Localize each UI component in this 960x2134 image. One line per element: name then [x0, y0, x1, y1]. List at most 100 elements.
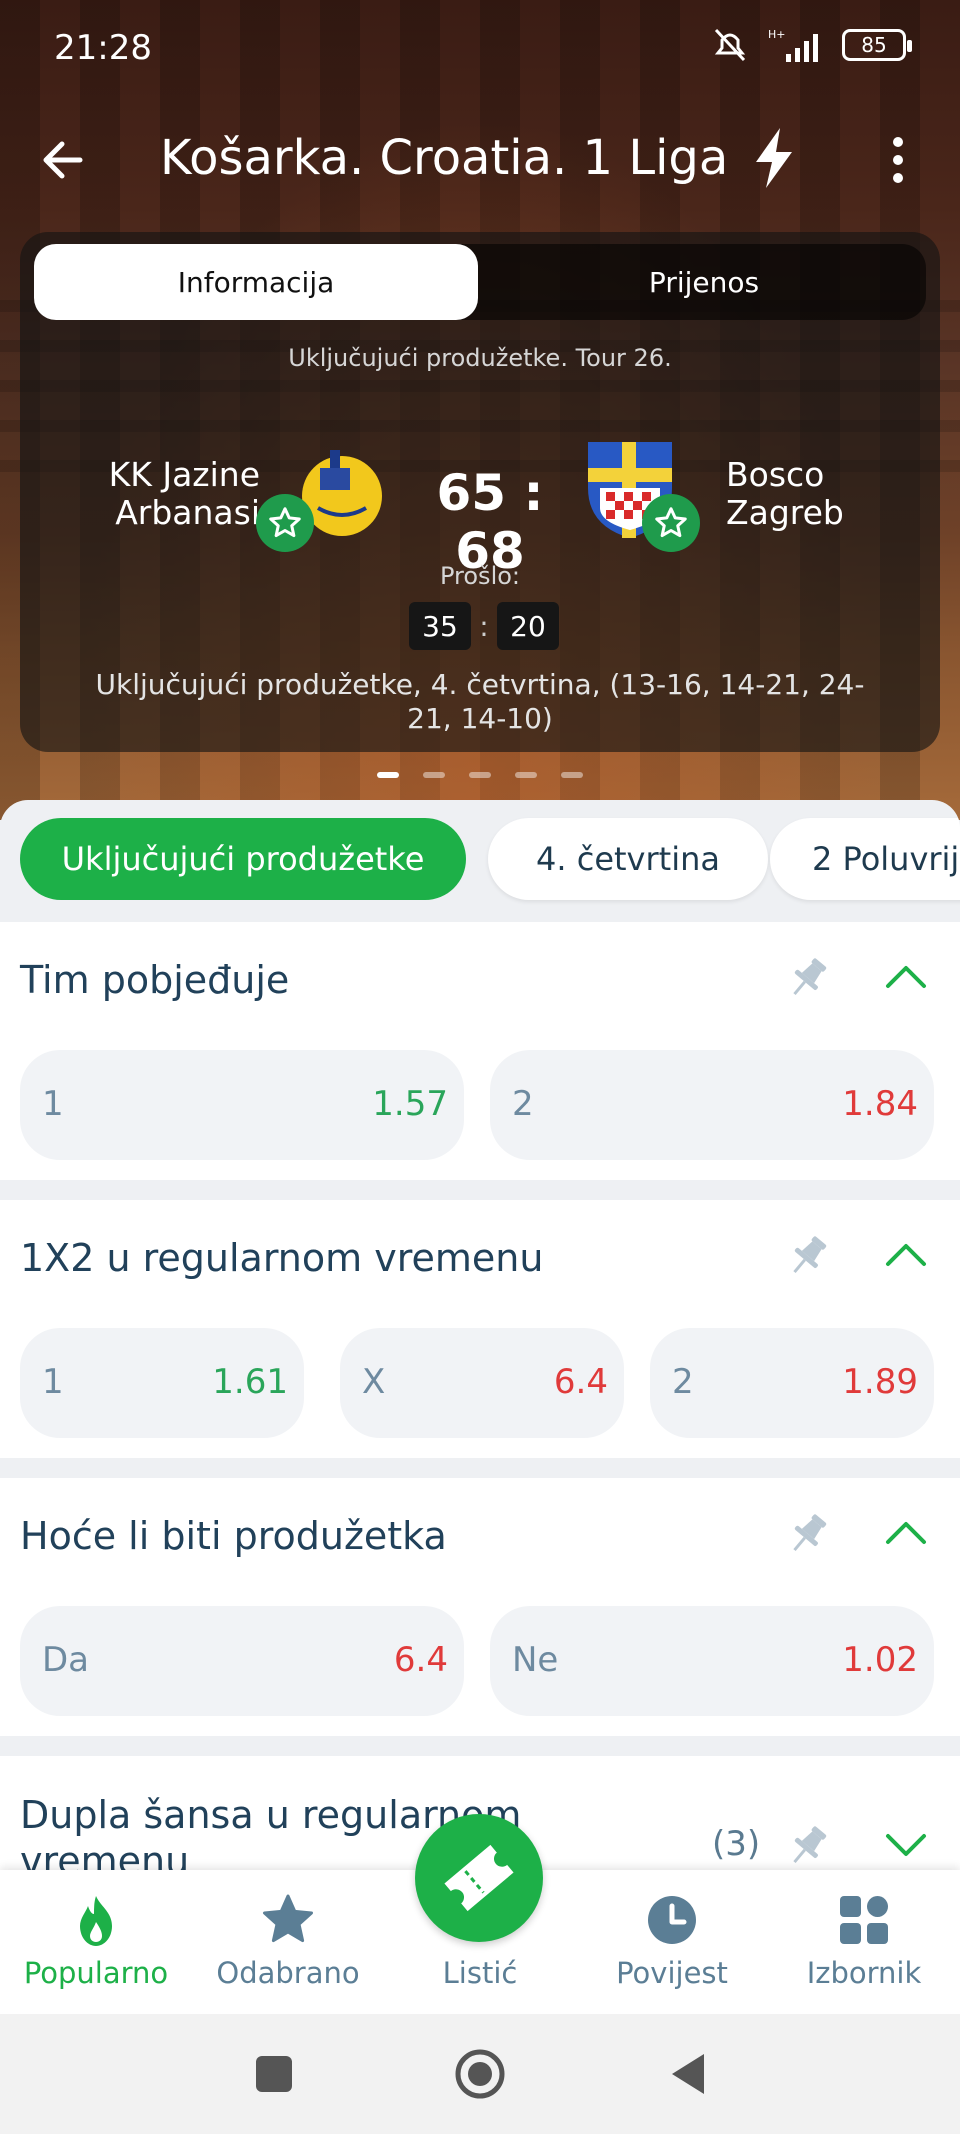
status-time: 21:28 [54, 28, 152, 68]
odds-button[interactable]: 2 1.89 [650, 1328, 934, 1438]
market-hoce-li-biti-produzetka: Hoće li biti produžetka Da 6.4 Ne 1.02 [0, 1478, 960, 1736]
info-tabs: Informacija Prijenos [34, 244, 926, 320]
market-title: Hoće li biti produžetka [20, 1514, 447, 1558]
pager-dot[interactable] [423, 772, 445, 778]
odds-button[interactable]: X 6.4 [340, 1328, 624, 1438]
ticket-button[interactable] [415, 1814, 543, 1942]
previous-period-score: 35 : 20 [404, 602, 564, 650]
previous-period-label: Prošlo: [439, 562, 520, 590]
odds-value: 1.89 [842, 1362, 918, 1402]
grid-icon [840, 1896, 888, 1944]
pin-icon[interactable] [782, 1230, 834, 1282]
away-team-name: Bosco Zagreb [726, 456, 926, 532]
previous-home-score: 35 [409, 602, 471, 650]
odds-button[interactable]: Ne 1.02 [490, 1606, 934, 1716]
chevron-up-icon[interactable] [884, 960, 928, 990]
recents-icon[interactable] [250, 2050, 298, 2098]
chip-4-cetvrtina[interactable]: 4. četvrtina [488, 818, 768, 900]
more-vertical-icon[interactable] [878, 134, 918, 186]
market-1x2-regularno: 1X2 u regularnom vremenu 1 1.61 X 6.4 2 … [0, 1200, 960, 1458]
page-title: Košarka. Croatia. 1 Liga [160, 130, 729, 186]
match-details: Uključujući produžetke, 4. četvrtina, (1… [95, 668, 865, 735]
home-team-line1: KK Jazine [108, 455, 260, 494]
star-outline-icon [655, 507, 687, 538]
tab-prijenos[interactable]: Prijenos [482, 244, 926, 320]
odds-button[interactable]: Da 6.4 [20, 1606, 464, 1716]
odds-value: 1.57 [372, 1084, 448, 1124]
nav-label: Odabrano [216, 1956, 360, 1990]
chip-ukljucujuci-produzetke[interactable]: Uključujući produžetke [20, 818, 466, 900]
away-team-line1: Bosco [726, 455, 825, 494]
pager-dot[interactable] [561, 772, 583, 778]
pager-dot[interactable] [377, 772, 399, 778]
star-icon [263, 1894, 313, 1943]
odds-button[interactable]: 1 1.57 [20, 1050, 464, 1160]
pager-dot[interactable] [469, 772, 491, 778]
odds-value: 1.84 [842, 1084, 918, 1124]
nav-odabrano[interactable]: Odabrano [192, 1870, 384, 2014]
odds-button[interactable]: 1 1.61 [20, 1328, 304, 1438]
match-subtitle: Uključujući produžetke. Tour 26. [288, 344, 672, 372]
home-team-line2: Arbanasi [115, 493, 260, 532]
odds-button[interactable]: 2 1.84 [490, 1050, 934, 1160]
market-title: Tim pobjeđuje [20, 958, 290, 1002]
odds-label: 1 [42, 1362, 64, 1402]
home-icon[interactable] [454, 2048, 506, 2100]
pin-icon[interactable] [782, 1820, 834, 1872]
match-info-card: Informacija Prijenos Uključujući produže… [20, 232, 940, 752]
back-arrow-icon[interactable] [36, 132, 92, 188]
flame-icon [80, 1896, 112, 1946]
battery-level: 85 [861, 33, 887, 57]
lightning-icon[interactable] [748, 126, 800, 190]
odds-value: 1.02 [842, 1640, 918, 1680]
pager-dot[interactable] [515, 772, 537, 778]
odds-label: Da [42, 1640, 90, 1680]
nav-label: Izbornik [806, 1956, 922, 1990]
odds-value: 1.61 [212, 1362, 288, 1402]
tab-informacija[interactable]: Informacija [34, 244, 478, 320]
previous-score-separator: : [479, 609, 489, 643]
carousel-pager [0, 772, 960, 778]
back-icon[interactable] [664, 2050, 712, 2098]
status-bar: 21:28 H+ 85 [0, 0, 960, 96]
favorite-home-button[interactable] [256, 494, 314, 552]
nav-label: Povijest [616, 1956, 728, 1990]
odds-label: Ne [512, 1640, 559, 1680]
odds-label: 2 [512, 1084, 534, 1124]
chevron-up-icon[interactable] [884, 1516, 928, 1546]
nav-label: Listić [442, 1956, 518, 1990]
previous-away-score: 20 [497, 602, 559, 650]
market-title: 1X2 u regularnom vremenu [20, 1236, 544, 1280]
favorite-away-button[interactable] [642, 494, 700, 552]
nav-povijest[interactable]: Povijest [576, 1870, 768, 2014]
signal-icon: H+ [768, 28, 818, 62]
chip-2-poluvrijeme[interactable]: 2 Poluvrij [770, 818, 960, 900]
battery-icon: 85 [842, 29, 912, 61]
nav-izbornik[interactable]: Izbornik [768, 1870, 960, 2014]
odds-label: 2 [672, 1362, 694, 1402]
nav-label: Popularno [23, 1956, 169, 1990]
svg-text:H+: H+ [768, 28, 786, 41]
pin-icon[interactable] [782, 1508, 834, 1560]
away-team-line2: Zagreb [726, 493, 844, 532]
mute-icon [714, 28, 746, 62]
star-outline-icon [269, 507, 301, 538]
odds-label: X [362, 1362, 386, 1402]
ticket-icon [444, 1844, 514, 1912]
markets-sheet: Uključujući produžetke 4. četvrtina 2 Po… [0, 800, 960, 1880]
filter-chips: Uključujući produžetke 4. četvrtina 2 Po… [20, 818, 960, 900]
market-title: Dupla šansa u regularnom vremenu [20, 1793, 522, 1880]
chevron-down-icon[interactable] [884, 1830, 928, 1860]
clock-icon [648, 1896, 696, 1944]
chevron-up-icon[interactable] [884, 1238, 928, 1268]
home-team-name: KK Jazine Arbanasi [60, 456, 260, 532]
market-tim-pobjeduje: Tim pobjeđuje 1 1.57 2 1.84 [0, 922, 960, 1180]
system-navigation-bar [0, 2014, 960, 2134]
app-bar: Košarka. Croatia. 1 Liga [0, 120, 960, 200]
odds-label: 1 [42, 1084, 64, 1124]
nav-popularno[interactable]: Popularno [0, 1870, 192, 2014]
pin-icon[interactable] [782, 952, 834, 1004]
odds-value: 6.4 [393, 1640, 448, 1680]
odds-value: 6.4 [553, 1362, 608, 1402]
market-count: (3) [712, 1824, 761, 1864]
